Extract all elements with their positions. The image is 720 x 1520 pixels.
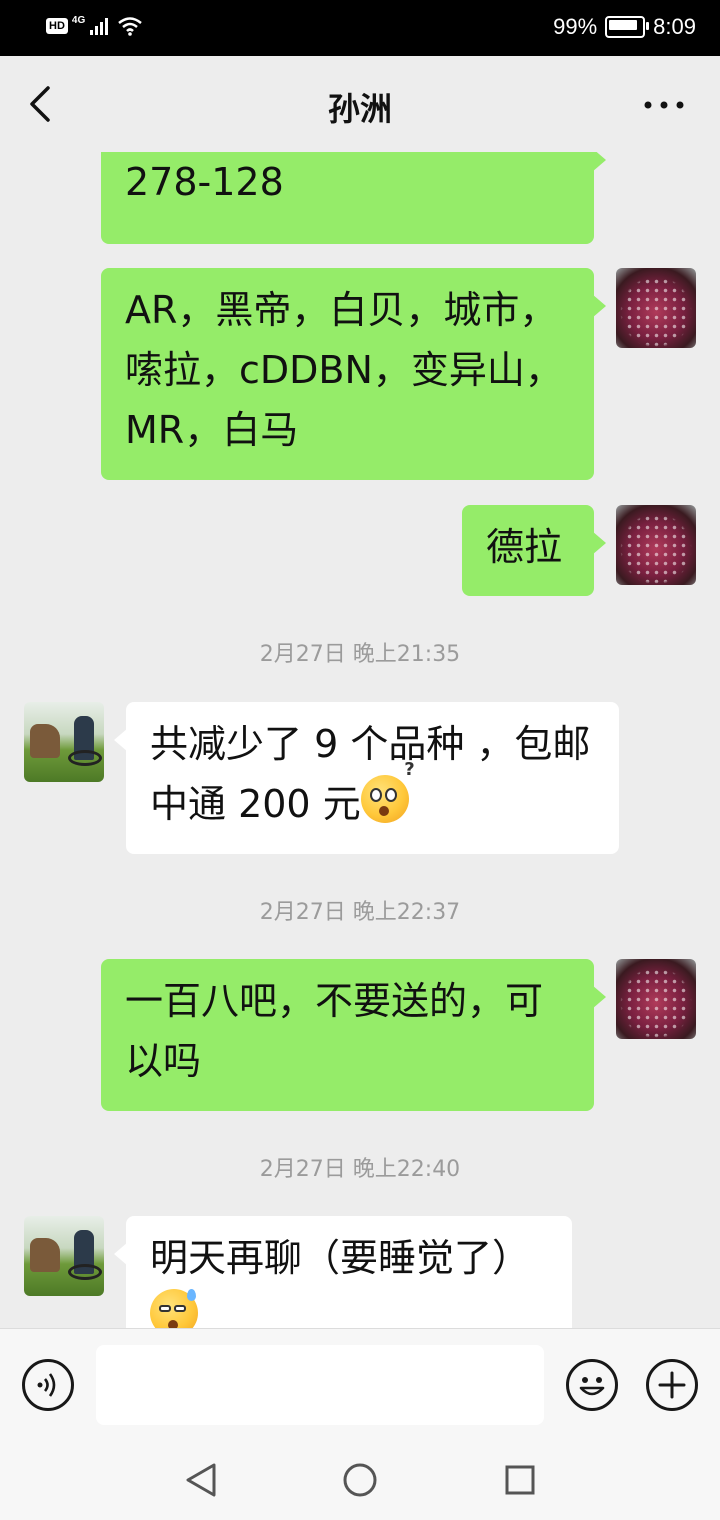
- message-text: 明天再聊（要睡觉了）: [150, 1236, 531, 1280]
- avatar-bike-shape: [68, 1264, 102, 1280]
- hd-badge: HD: [46, 18, 68, 34]
- chat-messages[interactable]: 278-128 AR，黑帝，白贝，城市，嗦拉，cDDBN，变异山，MR，白马 德…: [0, 152, 720, 1328]
- status-left: HD 4G: [46, 14, 143, 36]
- avatar-horse-shape: [30, 1238, 60, 1272]
- avatar-bike-shape: [68, 750, 102, 766]
- network-label: 4G: [71, 14, 86, 26]
- contact-avatar[interactable]: [24, 702, 104, 782]
- message-text: 德拉: [486, 525, 563, 569]
- battery-icon: [605, 16, 650, 38]
- avatar-pattern: [616, 268, 696, 348]
- message-bubble-sent[interactable]: 278-128: [101, 152, 606, 244]
- smiley-icon: [579, 1377, 605, 1396]
- my-avatar[interactable]: [616, 268, 696, 348]
- circle-home-icon[interactable]: [342, 1462, 378, 1498]
- more-dots-icon[interactable]: [642, 90, 686, 120]
- message-bubble-received[interactable]: 共减少了 9 个品种 ，包邮中通 200 元?: [114, 702, 619, 854]
- status-right: 99% 8:09: [553, 14, 696, 40]
- message-text: AR，黑帝，白贝，城市，嗦拉，cDDBN，变异山，MR，白马: [125, 288, 563, 452]
- chat-header: 孙洲: [0, 56, 720, 152]
- message-text: 一百八吧，不要送的，可以吗: [125, 979, 544, 1083]
- voice-icon: [37, 1373, 56, 1397]
- message-timestamp: 2月27日 晚上21:35: [259, 642, 461, 667]
- triangle-back-icon[interactable]: [184, 1462, 218, 1498]
- message-bubble-sent[interactable]: AR，黑帝，白贝，城市，嗦拉，cDDBN，变异山，MR，白马: [101, 268, 606, 480]
- plus-icon: [658, 1371, 686, 1399]
- avatar-pattern: [616, 959, 696, 1039]
- message-input[interactable]: [96, 1345, 544, 1425]
- message-text: 278-128: [125, 160, 284, 204]
- square-recent-icon[interactable]: [504, 1464, 536, 1496]
- sweat-face-emoji: [150, 1289, 198, 1328]
- my-avatar[interactable]: [616, 959, 696, 1039]
- message-timestamp: 2月27日 晚上22:37: [259, 900, 461, 925]
- contact-avatar[interactable]: [24, 1216, 104, 1296]
- message-timestamp: 2月27日 晚上22:40: [259, 1157, 461, 1182]
- message-bubble-sent[interactable]: 德拉: [462, 505, 606, 596]
- message-bubble-received[interactable]: 明天再聊（要睡觉了）: [114, 1216, 572, 1328]
- my-avatar[interactable]: [616, 505, 696, 585]
- input-bar: [0, 1328, 720, 1440]
- confused-face-emoji: ?: [360, 761, 415, 823]
- voice-button[interactable]: [22, 1359, 74, 1411]
- wifi-icon: [118, 17, 143, 36]
- avatar-pattern: [616, 505, 696, 585]
- signal-icon: [90, 18, 109, 35]
- emoji-button[interactable]: [566, 1359, 618, 1411]
- system-nav-bar: [0, 1440, 720, 1520]
- chat-title: 孙洲: [327, 90, 392, 128]
- plus-button[interactable]: [646, 1359, 698, 1411]
- message-bubble-sent[interactable]: 一百八吧，不要送的，可以吗: [101, 959, 606, 1111]
- clock: 8:09: [653, 14, 696, 39]
- avatar-horse-shape: [30, 724, 60, 758]
- battery-fill: [609, 20, 638, 30]
- battery-percent: 99%: [553, 14, 598, 39]
- status-bar: HD 4G 99% 8:09: [0, 0, 720, 56]
